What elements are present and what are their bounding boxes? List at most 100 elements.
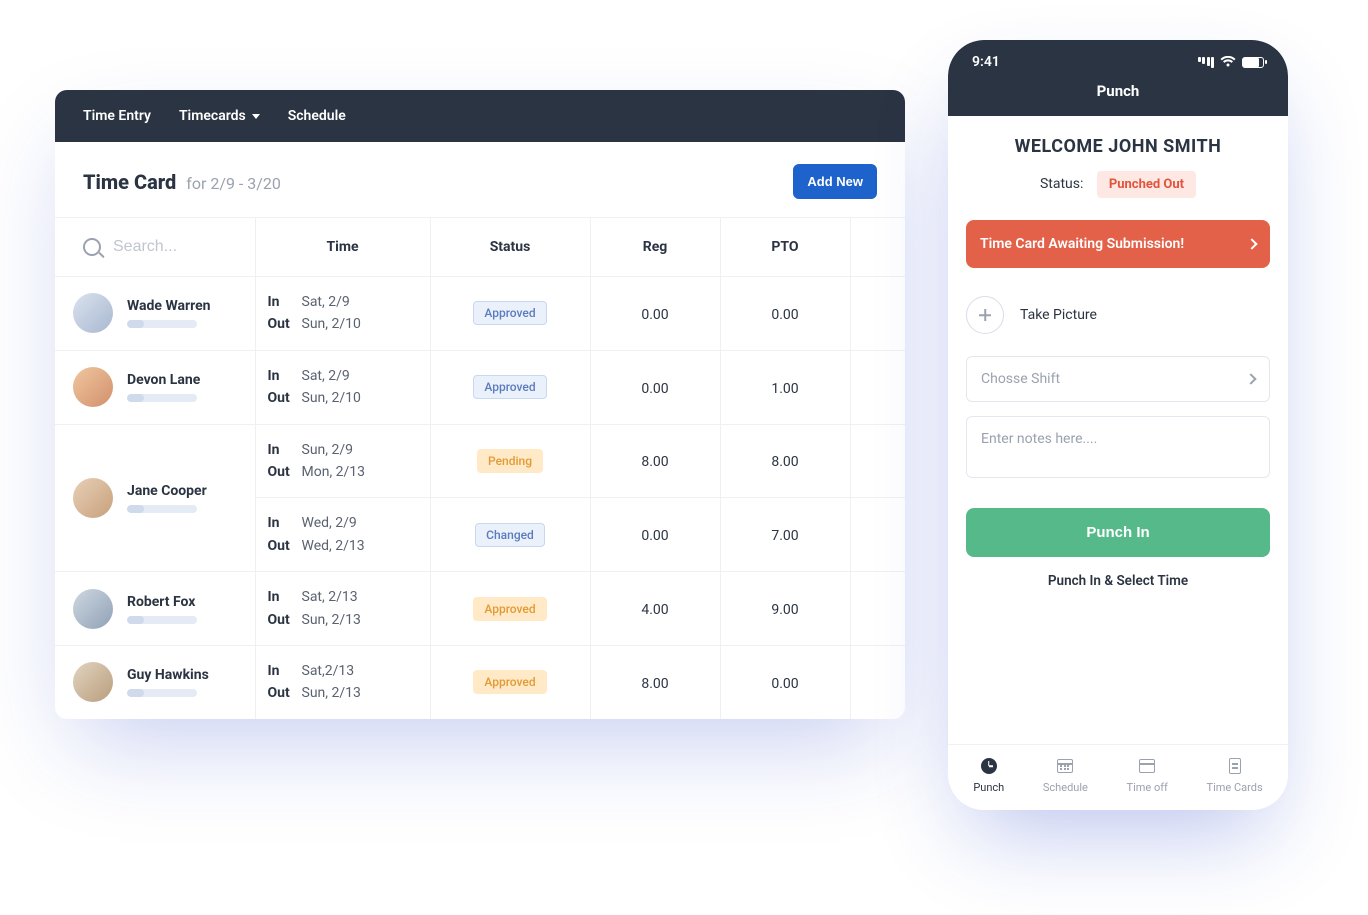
pto-value: 0.00 <box>771 676 798 692</box>
out-time: Sun, 2/13 <box>302 685 361 701</box>
tab-time-off[interactable]: Time off <box>1127 757 1168 794</box>
take-picture-button[interactable]: Take Picture <box>966 296 1270 334</box>
choose-shift-label: Chosse Shift <box>981 371 1060 387</box>
top-nav: Time Entry Timecards Schedule <box>55 90 905 142</box>
reg-value: 0.00 <box>641 381 668 397</box>
nav-time-entry[interactable]: Time Entry <box>83 108 151 124</box>
signal-icon <box>1196 57 1214 68</box>
phone-tabbar: Punch Schedule Time off Time Cards <box>948 744 1288 810</box>
in-time: Wed, 2/9 <box>302 515 357 531</box>
out-label: Out <box>268 313 302 335</box>
avatar <box>73 367 113 407</box>
status-badge: Pending <box>477 449 543 473</box>
search-icon <box>83 238 101 256</box>
status-label: Status: <box>1040 176 1083 192</box>
in-label: In <box>268 512 302 534</box>
status-badge: Approved <box>473 375 546 399</box>
document-icon <box>1229 758 1241 774</box>
in-label: In <box>268 365 302 387</box>
out-label: Out <box>268 535 302 557</box>
avatar <box>73 662 113 702</box>
chevron-right-icon <box>1246 238 1257 249</box>
tab-punch-label: Punch <box>973 781 1004 794</box>
alert-text: Time Card Awaiting Submission! <box>980 236 1184 252</box>
status-badge: Changed <box>475 523 545 547</box>
out-time: Wed, 2/13 <box>302 538 365 554</box>
search-input[interactable] <box>113 238 233 256</box>
in-time: Sat, 2/13 <box>302 589 358 605</box>
table-row[interactable]: Jane CooperInSun, 2/9OutMon, 2/13Pending… <box>55 424 905 498</box>
pto-value: 8.00 <box>771 454 798 470</box>
progress-bar <box>127 505 197 513</box>
in-label: In <box>268 660 302 682</box>
choose-shift-select[interactable]: Chosse Shift <box>966 356 1270 402</box>
tab-punch[interactable]: Punch <box>973 757 1004 794</box>
phone-header: 9:41 Punch <box>948 40 1288 116</box>
out-label: Out <box>268 682 302 704</box>
punch-in-button[interactable]: Punch In <box>966 508 1270 557</box>
progress-bar <box>127 689 197 697</box>
tab-schedule[interactable]: Schedule <box>1043 757 1088 794</box>
avatar <box>73 478 113 518</box>
in-time: Sat, 2/9 <box>302 368 350 384</box>
status-line: Status: Punched Out <box>966 171 1270 198</box>
submission-alert[interactable]: Time Card Awaiting Submission! <box>966 220 1270 268</box>
page-title: Time Card <box>83 170 176 194</box>
table-row[interactable]: Guy HawkinsInSat,2/13OutSun, 2/13Approve… <box>55 645 905 718</box>
table-row[interactable]: Devon Lane InSat, 2/9OutSun, 2/10 Approved… <box>55 350 905 424</box>
pto-value: 0.00 <box>771 307 798 323</box>
clock-icon <box>981 758 997 774</box>
phone-mockup: 9:41 Punch WELCOME JOHN SMITH Status: Pu… <box>948 40 1288 810</box>
add-new-button[interactable]: Add New <box>793 164 877 199</box>
in-time: Sat, 2/9 <box>302 294 350 310</box>
person-name: Wade Warren <box>127 298 211 314</box>
calendar-icon <box>1139 759 1155 773</box>
in-label: In <box>268 291 302 313</box>
col-pto: PTO <box>720 218 850 277</box>
notes-input[interactable] <box>966 416 1270 478</box>
person-name: Jane Cooper <box>127 483 207 499</box>
nav-timecards-dropdown[interactable]: Timecards <box>179 108 260 124</box>
person-name: Devon Lane <box>127 372 200 388</box>
page-titlebar: Time Card for 2/9 - 3/20 Add New <box>55 142 905 217</box>
tab-schedule-label: Schedule <box>1043 781 1088 794</box>
tab-time-cards-label: Time Cards <box>1207 781 1263 794</box>
out-label: Out <box>268 387 302 409</box>
table-row[interactable]: Wade Warren InSat, 2/9OutSun, 2/10 Approve… <box>55 277 905 351</box>
in-label: In <box>268 439 302 461</box>
welcome-text: WELCOME JOHN SMITH <box>966 136 1270 157</box>
take-picture-label: Take Picture <box>1020 307 1097 323</box>
chevron-down-icon <box>252 114 260 119</box>
progress-bar <box>127 394 197 402</box>
table-row[interactable]: Robert FoxInSat, 2/13OutSun, 2/13Approve… <box>55 572 905 646</box>
pto-value: 7.00 <box>771 528 798 544</box>
person-name: Guy Hawkins <box>127 667 209 683</box>
calendar-icon <box>1057 759 1073 773</box>
in-time: Sat,2/13 <box>302 663 355 679</box>
tab-time-off-label: Time off <box>1127 781 1168 794</box>
col-status: Status <box>430 218 590 277</box>
wifi-icon <box>1220 56 1236 68</box>
battery-icon <box>1242 57 1264 68</box>
pto-value: 1.00 <box>771 381 798 397</box>
reg-value: 8.00 <box>641 454 668 470</box>
punch-in-select-time[interactable]: Punch In & Select Time <box>966 573 1270 589</box>
chevron-right-icon <box>1245 373 1256 384</box>
out-time: Sun, 2/10 <box>302 316 361 332</box>
out-time: Mon, 2/13 <box>302 464 366 480</box>
person-name: Robert Fox <box>127 594 197 610</box>
tab-time-cards[interactable]: Time Cards <box>1207 757 1263 794</box>
nav-schedule[interactable]: Schedule <box>288 108 346 124</box>
nav-timecards-label: Timecards <box>179 108 246 124</box>
status-badge: Punched Out <box>1097 171 1196 198</box>
status-badge: Approved <box>473 301 546 325</box>
out-time: Sun, 2/10 <box>302 390 361 406</box>
reg-value: 4.00 <box>641 602 668 618</box>
col-time: Time <box>255 218 430 277</box>
phone-statusbar: 9:41 <box>948 40 1288 74</box>
in-time: Sun, 2/9 <box>302 442 354 458</box>
timecard-table: Time Status Reg PTO Wade WarrenInSat, 2/… <box>55 217 905 719</box>
phone-screen-title: Punch <box>948 74 1288 116</box>
in-label: In <box>268 586 302 608</box>
col-reg: Reg <box>590 218 720 277</box>
